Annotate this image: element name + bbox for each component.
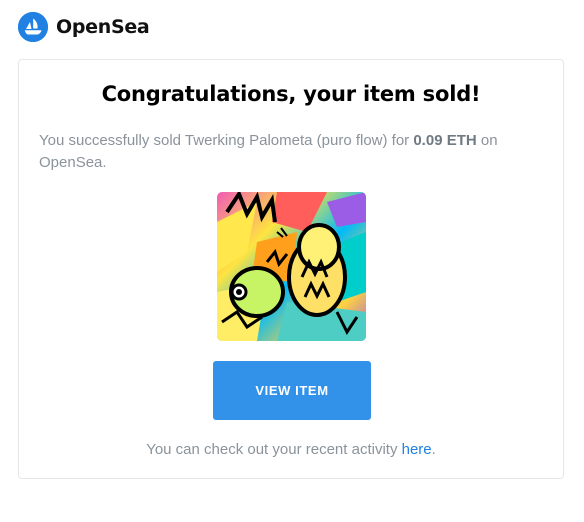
message-prefix: You successfully sold Twerking Palometa …	[39, 132, 414, 149]
nft-artwork-image[interactable]	[217, 192, 366, 341]
brand-name: OpenSea	[56, 16, 150, 38]
sale-notification-card: Congratulations, your item sold! You suc…	[18, 59, 564, 479]
sale-amount: 0.09 ETH	[413, 132, 477, 149]
email-title: Congratulations, your item sold!	[101, 82, 481, 106]
activity-footer: You can check out your recent activity h…	[19, 441, 563, 458]
footer-suffix: .	[431, 441, 436, 458]
header: OpenSea	[18, 12, 150, 42]
view-item-button[interactable]: VIEW ITEM	[213, 361, 371, 420]
email-page: OpenSea Congratulations, your item sold!…	[0, 0, 584, 522]
activity-link[interactable]: here	[402, 441, 432, 458]
sale-message: You successfully sold Twerking Palometa …	[39, 130, 543, 174]
opensea-logo-icon[interactable]	[18, 12, 48, 42]
footer-prefix: You can check out your recent activity	[146, 441, 402, 458]
